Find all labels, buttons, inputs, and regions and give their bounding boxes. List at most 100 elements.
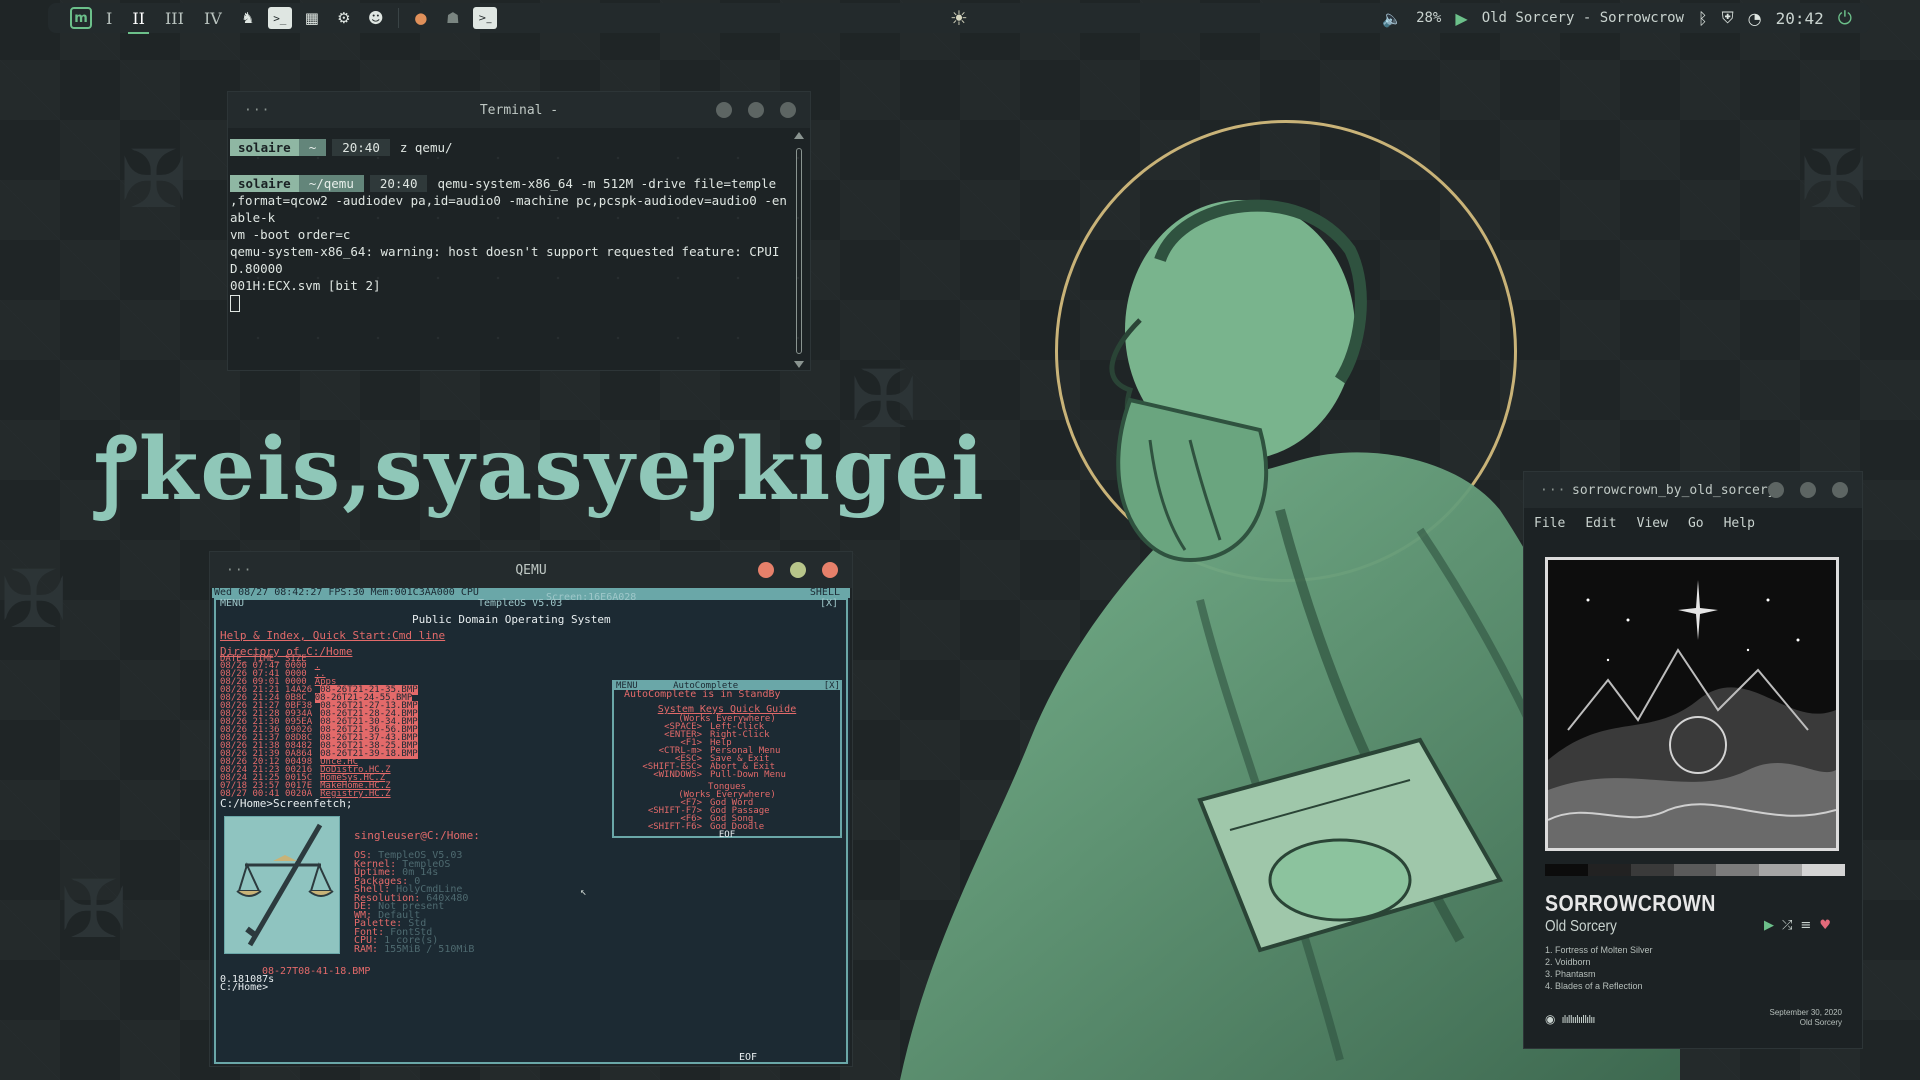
templeos-close[interactable]: [X] [820, 598, 838, 609]
workspace-1[interactable]: I [100, 9, 118, 28]
terminal-window-icon[interactable]: >_ [472, 7, 497, 29]
fetch-key: RAM: [354, 943, 379, 955]
palette-swatch [1716, 864, 1760, 876]
terminal-content[interactable]: solaire ~ 20:40 z qemu/ solaire ~/qemu 2… [228, 128, 810, 372]
minimize-button[interactable] [758, 562, 774, 578]
spotify-waveform-icon: ılıllıılııllılıı [1561, 1012, 1595, 1026]
track-item[interactable]: 2. Voidborn [1545, 956, 1653, 968]
maximize-button[interactable] [1800, 482, 1816, 498]
templeos-menu[interactable]: MENU [220, 598, 244, 609]
menu-view[interactable]: View [1637, 516, 1668, 531]
scroll-up-arrow[interactable] [794, 132, 804, 139]
track-item[interactable]: 1. Fortress of Molten Silver [1545, 944, 1653, 956]
clock[interactable]: 20:42 [1776, 9, 1824, 28]
track-item[interactable]: 3. Phantasm [1545, 968, 1653, 980]
firefox-app-icon[interactable]: ● [409, 7, 433, 29]
queue-icon[interactable]: ≡ [1800, 918, 1811, 933]
shuffle-icon[interactable]: ⤮ [1782, 918, 1792, 933]
maximize-button[interactable] [790, 562, 806, 578]
final-prompt[interactable]: C:/Home> [220, 982, 268, 993]
player-titlebar[interactable]: ··· sorrowcrown_by_old_sorcery [1524, 472, 1862, 508]
os-subtitle: Public Domain Operating System [412, 613, 611, 626]
menu-edit[interactable]: Edit [1585, 516, 1616, 531]
terminal-cursor [230, 295, 240, 312]
workspace-4[interactable]: IV [198, 9, 228, 28]
saved-screenshot: 08-27T08-41-18.BMP [262, 966, 371, 977]
steam-app-icon[interactable]: ⚙ [332, 7, 356, 29]
window-title: QEMU [515, 562, 547, 578]
autocomplete-standby: AutoComplete is in StandBy [624, 689, 781, 700]
prompt-time: 20:40 [369, 174, 428, 192]
workspace-2[interactable]: II [126, 9, 151, 34]
volume-level[interactable]: 28% [1416, 10, 1441, 26]
terminal-titlebar[interactable]: ··· Terminal - [228, 92, 810, 128]
color-palette-strip [1545, 864, 1846, 876]
window-app-icon[interactable]: ☗ [441, 7, 465, 29]
templeos-status-bar: Wed 08/27 08:42:27 FPS:30 Mem:001C3AA000… [212, 588, 850, 598]
autocomplete-window[interactable]: MENU AutoComplete [X] AutoComplete is in… [612, 680, 842, 840]
close-button[interactable] [822, 562, 838, 578]
player-menubar: File Edit View Go Help [1524, 508, 1862, 538]
workspace-3[interactable]: III [159, 9, 190, 28]
close-button[interactable] [780, 102, 796, 118]
wallpaper-cross: ✠ [120, 133, 188, 226]
track-list: 1. Fortress of Molten Silver 2. Voidborn… [1545, 944, 1653, 992]
prompt-dir: ~ [298, 138, 327, 156]
window-title: sorrowcrown_by_old_sorcery [1572, 482, 1776, 498]
window-menu-dots[interactable]: ··· [226, 563, 252, 578]
wallpaper-title: ꝭkeis,syasyeꝭkigei [96, 419, 986, 520]
distro-menu-icon[interactable]: m [70, 7, 92, 29]
minimize-button[interactable] [1768, 482, 1784, 498]
now-playing-label[interactable]: Old Sorcery - Sorrowcrow [1482, 10, 1684, 26]
scroll-down-arrow[interactable] [794, 361, 804, 368]
screen-caption: Screen:16E6A028 [546, 592, 637, 603]
directory-listing: 08/26 07:47 0000. 08/26 07:41 0000.. 08/26… [220, 662, 418, 799]
qemu-titlebar[interactable]: ··· QEMU [210, 552, 852, 588]
wifi-icon[interactable]: ◔ [1748, 9, 1762, 28]
status-text: Wed 08/27 08:42:27 FPS:30 Mem:001C3AA000… [214, 588, 479, 598]
heart-icon[interactable]: ♥ [1819, 918, 1831, 933]
autocomplete-eof: EOF [718, 830, 736, 840]
minimize-button[interactable] [716, 102, 732, 118]
terminal-scrollbar[interactable] [794, 132, 804, 368]
window-title: Terminal - [479, 102, 559, 118]
qemu-display[interactable]: Wed 08/27 08:42:27 FPS:30 Mem:001C3AA000… [212, 588, 850, 1064]
key-row: <WINDOWS> Pull-Down Menu [614, 770, 840, 780]
power-icon[interactable]: ⏻ [1838, 8, 1852, 29]
wallpaper-cross: ✠ [60, 863, 128, 956]
scrollbar-thumb[interactable] [796, 148, 802, 354]
palette-swatch [1587, 864, 1631, 876]
release-label: Old Sorcery [1799, 1018, 1842, 1027]
play-icon[interactable]: ▶ [1455, 9, 1467, 28]
taskbar-separator [397, 8, 399, 28]
album-cover-art [1545, 557, 1839, 851]
screenfetch-info: OS: TempleOS V5.03 Kernel: TempleOS Uptime… [354, 851, 474, 955]
play-icon[interactable]: ▶ [1764, 918, 1774, 933]
track-item[interactable]: 4. Blades of a Reflection [1545, 980, 1653, 992]
key-combo: <WINDOWS> [653, 770, 702, 780]
eof-marker: EOF [739, 1052, 758, 1063]
files-app-icon[interactable]: ♞ [236, 7, 260, 29]
status-right: SHELL [809, 588, 840, 598]
menu-help[interactable]: Help [1724, 516, 1755, 531]
discord-app-icon[interactable]: ☻ [364, 7, 388, 29]
wallpaper-cross: ✠ [0, 553, 68, 646]
image-viewer-app-icon[interactable]: ▦ [300, 7, 324, 29]
volume-icon[interactable]: 🔈 [1382, 9, 1402, 28]
prompt-user: solaire [230, 174, 299, 192]
maximize-button[interactable] [748, 102, 764, 118]
menu-file[interactable]: File [1534, 516, 1565, 531]
prompt-command: qemu-system-x86_64 -m 512M -drive file=t… [437, 175, 777, 191]
fetch-row: RAM: 155MiB / 510MiB [354, 943, 474, 955]
window-menu-dots[interactable]: ··· [244, 103, 270, 118]
scales-sword-logo [224, 816, 340, 954]
close-button[interactable] [1832, 482, 1848, 498]
shield-icon[interactable]: ⛨ [1722, 8, 1734, 28]
terminal-app-icon[interactable]: >_ [267, 7, 292, 29]
autocomplete-close[interactable]: [X] [824, 682, 840, 691]
help-links[interactable]: Help & Index, Quick Start:Cmd line [220, 630, 445, 641]
menu-go[interactable]: Go [1688, 516, 1704, 531]
bluetooth-icon[interactable]: ᛒ [1698, 9, 1708, 28]
window-menu-dots[interactable]: ··· [1540, 483, 1566, 498]
prompt-dir: ~/qemu [298, 174, 364, 192]
